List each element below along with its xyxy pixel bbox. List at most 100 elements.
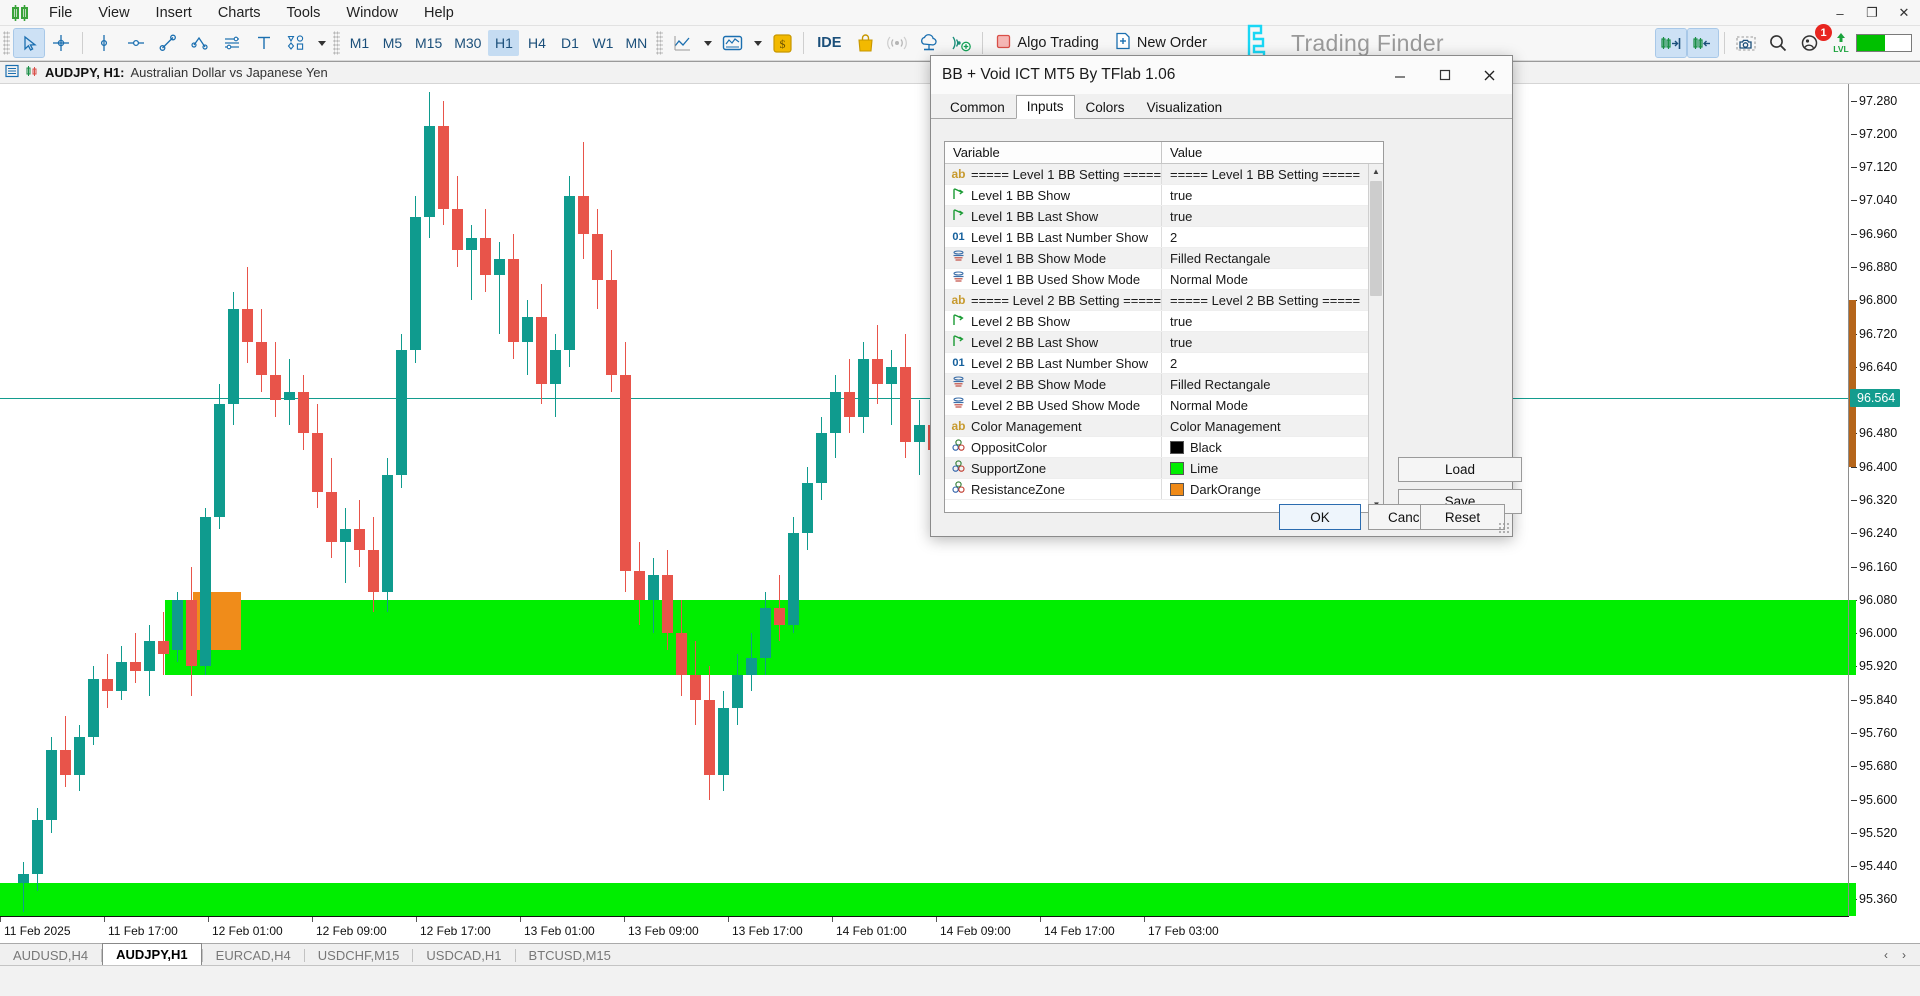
tab-inputs[interactable]: Inputs (1016, 95, 1075, 119)
parameter-value-cell[interactable]: ===== Level 1 BB Setting ===== (1162, 167, 1383, 182)
search-icon[interactable] (1763, 29, 1793, 57)
window-minimize-button[interactable]: – (1824, 0, 1856, 26)
chart-tabs-prev-button[interactable]: ‹ (1884, 948, 1888, 962)
vertical-line-tool-button[interactable] (89, 29, 119, 57)
market-bag-icon[interactable] (850, 29, 880, 57)
scrollbar-thumb[interactable] (1370, 181, 1382, 296)
timeframe-d1[interactable]: D1 (554, 30, 585, 56)
timeframe-m30[interactable]: M30 (449, 30, 486, 56)
menu-tools[interactable]: Tools (274, 2, 334, 24)
menu-charts[interactable]: Charts (205, 2, 274, 24)
parameter-value-cell[interactable]: Color Management (1162, 419, 1383, 434)
notifications-icon[interactable]: 1 (1795, 29, 1825, 57)
parameter-row[interactable]: Level 1 BB Used Show ModeNormal Mode (945, 269, 1383, 290)
chart-plot-area[interactable] (0, 84, 1849, 916)
parameter-row[interactable]: ab===== Level 1 BB Setting ========== Le… (945, 164, 1383, 185)
load-button[interactable]: Load (1398, 457, 1522, 482)
parameter-value-cell[interactable]: true (1162, 314, 1383, 329)
chart-tab-usdcad-h1[interactable]: USDCAD,H1 (413, 944, 514, 966)
parameter-row[interactable]: Level 1 BB Showtrue (945, 185, 1383, 206)
new-order-button[interactable]: New Order (1107, 29, 1215, 57)
parameter-value-cell[interactable]: Normal Mode (1162, 272, 1383, 287)
dialog-close-button[interactable] (1467, 56, 1512, 94)
timeframe-m15[interactable]: M15 (410, 30, 447, 56)
parameter-value-cell[interactable]: 2 (1162, 230, 1383, 245)
menu-file[interactable]: File (36, 2, 85, 24)
parameter-row[interactable]: abColor ManagementColor Management (945, 416, 1383, 437)
parameter-row[interactable]: Level 2 BB Show ModeFilled Rectangale (945, 374, 1383, 395)
timeframe-group-grip[interactable] (333, 31, 340, 55)
timeframe-h4[interactable]: H4 (521, 30, 552, 56)
polyline-tool-button[interactable] (185, 29, 215, 57)
parameter-row[interactable]: Level 2 BB Used Show ModeNormal Mode (945, 395, 1383, 416)
timeframe-mn[interactable]: MN (620, 30, 652, 56)
timeframe-m5[interactable]: M5 (377, 30, 408, 56)
parameter-value-cell[interactable]: Lime (1162, 461, 1383, 476)
dialog-maximize-button[interactable] (1422, 56, 1467, 94)
menu-insert[interactable]: Insert (143, 2, 205, 24)
parameter-value-cell[interactable]: Filled Rectangale (1162, 377, 1383, 392)
parameter-row[interactable]: 01Level 1 BB Last Number Show2 (945, 227, 1383, 248)
chart-list-icon[interactable] (5, 64, 19, 81)
text-tool-button[interactable] (249, 29, 279, 57)
parameter-value-cell[interactable]: true (1162, 335, 1383, 350)
parameter-value-cell[interactable]: Normal Mode (1162, 398, 1383, 413)
shapes-dropdown-button[interactable] (313, 29, 329, 57)
dialog-resize-grip[interactable] (1498, 522, 1510, 534)
shapes-tool-button[interactable] (281, 29, 311, 57)
parameter-value-cell[interactable]: true (1162, 188, 1383, 203)
parameter-value-cell[interactable]: 2 (1162, 356, 1383, 371)
chart-tabs-next-button[interactable]: › (1902, 948, 1906, 962)
chart-candles-icon[interactable] (25, 64, 39, 81)
dialog-title-bar[interactable]: BB + Void ICT MT5 By TFlab 1.06 (931, 56, 1512, 94)
tab-visualization[interactable]: Visualization (1136, 96, 1234, 119)
grid-vertical-scrollbar[interactable]: ▲ ▼ (1368, 164, 1383, 512)
indicators-button[interactable] (717, 29, 747, 57)
timeframe-m1[interactable]: M1 (344, 30, 375, 56)
parameter-row[interactable]: OppositColorBlack (945, 437, 1383, 458)
algo-trading-button[interactable]: Algo Trading (988, 29, 1106, 57)
parameter-value-cell[interactable]: true (1162, 209, 1383, 224)
scroll-chart-end-button[interactable] (1656, 29, 1686, 57)
horizontal-line-tool-button[interactable] (121, 29, 151, 57)
screenshot-camera-icon[interactable] (1731, 29, 1761, 57)
parameter-row[interactable]: ResistanceZoneDarkOrange (945, 479, 1383, 500)
dialog-minimize-button[interactable] (1377, 56, 1422, 94)
timeframe-h1[interactable]: H1 (488, 30, 519, 56)
parameter-row[interactable]: Level 2 BB Showtrue (945, 311, 1383, 332)
parameter-row[interactable]: Level 2 BB Last Showtrue (945, 332, 1383, 353)
ok-button[interactable]: OK (1279, 504, 1361, 530)
vps-cloud-icon[interactable] (914, 29, 944, 57)
crosshair-tool-button[interactable] (46, 29, 76, 57)
scrollbar-up-arrow-icon[interactable]: ▲ (1369, 164, 1383, 179)
chart-type-group-grip[interactable] (656, 31, 663, 55)
tab-colors[interactable]: Colors (1075, 96, 1136, 119)
parameter-row[interactable]: ab===== Level 2 BB Setting ========== Le… (945, 290, 1383, 311)
parameter-row[interactable]: SupportZoneLime (945, 458, 1383, 479)
indicators-dropdown-button[interactable] (749, 29, 765, 57)
menu-window[interactable]: Window (333, 2, 411, 24)
line-chart-type-button[interactable] (667, 29, 697, 57)
parameter-row[interactable]: Level 1 BB Last Showtrue (945, 206, 1383, 227)
parameter-row[interactable]: 01Level 2 BB Last Number Show2 (945, 353, 1383, 374)
chart-tab-btcusd-m15[interactable]: BTCUSD,M15 (516, 944, 624, 966)
parameter-value-cell[interactable]: ===== Level 2 BB Setting ===== (1162, 293, 1383, 308)
window-close-button[interactable]: ✕ (1888, 0, 1920, 26)
chart-tab-audusd-h4[interactable]: AUDUSD,H4 (0, 944, 101, 966)
menu-view[interactable]: View (85, 2, 142, 24)
signals-icon[interactable] (882, 29, 912, 57)
reset-button[interactable]: Reset (1420, 504, 1505, 530)
trendline-tool-button[interactable] (153, 29, 183, 57)
parameter-value-cell[interactable]: Black (1162, 440, 1383, 455)
price-scale-axis[interactable]: 97.28097.20097.12097.04096.96096.88096.8… (1849, 84, 1920, 916)
toolbar-grip-handle[interactable] (3, 31, 10, 55)
cursor-tool-button[interactable] (14, 29, 44, 57)
chart-type-dropdown-button[interactable] (699, 29, 715, 57)
channel-tool-button[interactable] (217, 29, 247, 57)
chart-shift-button[interactable] (1688, 29, 1718, 57)
parameter-row[interactable]: Level 1 BB Show ModeFilled Rectangale (945, 248, 1383, 269)
one-click-trading-button[interactable]: $ (767, 29, 797, 57)
add-signal-icon[interactable] (946, 29, 976, 57)
ide-button[interactable]: IDE (809, 29, 849, 57)
menu-help[interactable]: Help (411, 2, 467, 24)
